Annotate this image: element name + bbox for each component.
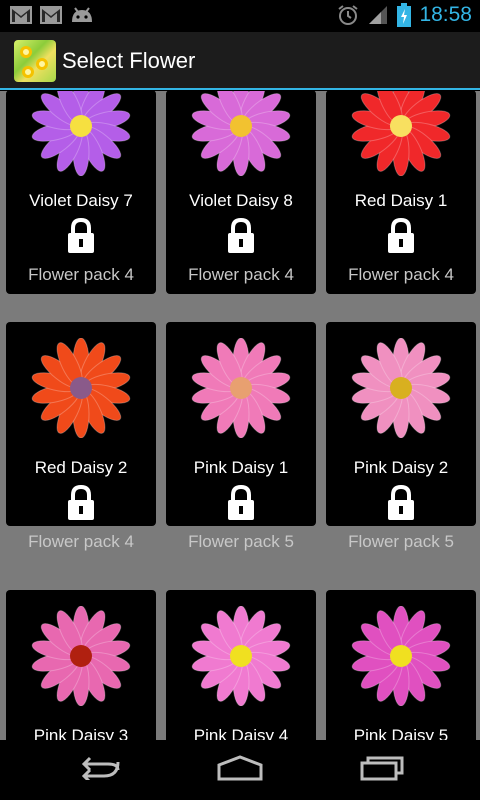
lock-icon bbox=[68, 485, 94, 520]
flower-card[interactable]: Violet Daisy 7 Flower pack 4 bbox=[6, 91, 156, 294]
flower-card[interactable]: Red Daisy 1 Flower pack 4 bbox=[326, 91, 476, 294]
status-bar: 18:58 bbox=[0, 0, 480, 32]
flower-name: Pink Daisy 4 bbox=[193, 726, 289, 740]
recents-icon bbox=[360, 755, 404, 786]
flower-pack-label: Flower pack 4 bbox=[28, 532, 134, 551]
flower-image bbox=[191, 606, 291, 706]
flower-image bbox=[351, 338, 451, 438]
flower-name: Red Daisy 2 bbox=[34, 458, 128, 477]
flower-pack-label: Flower pack 4 bbox=[28, 265, 134, 284]
flower-name: Violet Daisy 7 bbox=[29, 191, 133, 210]
flower-name: Pink Daisy 2 bbox=[353, 458, 449, 477]
battery-icon bbox=[397, 3, 412, 27]
status-time: 18:58 bbox=[419, 3, 472, 26]
gmail-icon bbox=[10, 6, 32, 24]
flower-card[interactable]: Pink Daisy 2 Flower pack 5 bbox=[326, 322, 476, 551]
flower-card[interactable]: Pink Daisy 5 bbox=[326, 590, 476, 740]
flower-image bbox=[351, 606, 451, 706]
flower-card[interactable]: Pink Daisy 3 bbox=[6, 590, 156, 740]
navigation-bar bbox=[0, 740, 480, 800]
recents-button[interactable] bbox=[352, 754, 412, 786]
flower-pack-label: Flower pack 4 bbox=[188, 265, 294, 284]
back-icon bbox=[78, 756, 122, 785]
lock-icon bbox=[228, 485, 254, 520]
flower-image bbox=[191, 91, 291, 176]
home-icon bbox=[216, 754, 264, 786]
lock-icon bbox=[228, 218, 254, 253]
flower-name: Pink Daisy 5 bbox=[353, 726, 449, 740]
notification-icons bbox=[10, 6, 94, 24]
flower-card[interactable]: Pink Daisy 1 Flower pack 5 bbox=[166, 322, 316, 551]
flower-name: Red Daisy 1 bbox=[354, 191, 448, 210]
flower-image bbox=[351, 91, 451, 176]
flower-image bbox=[191, 338, 291, 438]
lock-icon bbox=[388, 485, 414, 520]
alarm-icon bbox=[337, 4, 359, 26]
gmail-icon bbox=[40, 6, 62, 24]
flower-card[interactable]: Red Daisy 2 Flower pack 4 bbox=[6, 322, 156, 551]
signal-icon bbox=[367, 4, 389, 26]
flower-grid: Violet Daisy 7 Flower pack 4 Violet Daisy … bbox=[0, 91, 480, 740]
flower-name: Pink Daisy 3 bbox=[33, 726, 129, 740]
flower-image bbox=[31, 91, 131, 176]
page-title: Select Flower bbox=[62, 48, 196, 73]
flower-pack-label: Flower pack 4 bbox=[348, 265, 454, 284]
lock-icon bbox=[68, 218, 94, 253]
flower-card[interactable]: Violet Daisy 8 Flower pack 4 bbox=[166, 91, 316, 294]
flower-image bbox=[31, 606, 131, 706]
flower-name: Violet Daisy 8 bbox=[189, 191, 293, 210]
action-bar: Select Flower bbox=[0, 32, 480, 90]
flower-image bbox=[31, 338, 131, 438]
back-button[interactable] bbox=[70, 754, 130, 786]
flower-name: Pink Daisy 1 bbox=[193, 458, 289, 477]
system-icons: 18:58 bbox=[337, 3, 472, 27]
lock-icon bbox=[388, 218, 414, 253]
home-button[interactable] bbox=[210, 754, 270, 786]
android-icon bbox=[70, 6, 94, 24]
flower-app-icon[interactable] bbox=[14, 40, 56, 82]
flower-card[interactable]: Pink Daisy 4 bbox=[166, 590, 316, 740]
flower-pack-label: Flower pack 5 bbox=[188, 532, 294, 551]
flower-pack-label: Flower pack 5 bbox=[348, 532, 454, 551]
